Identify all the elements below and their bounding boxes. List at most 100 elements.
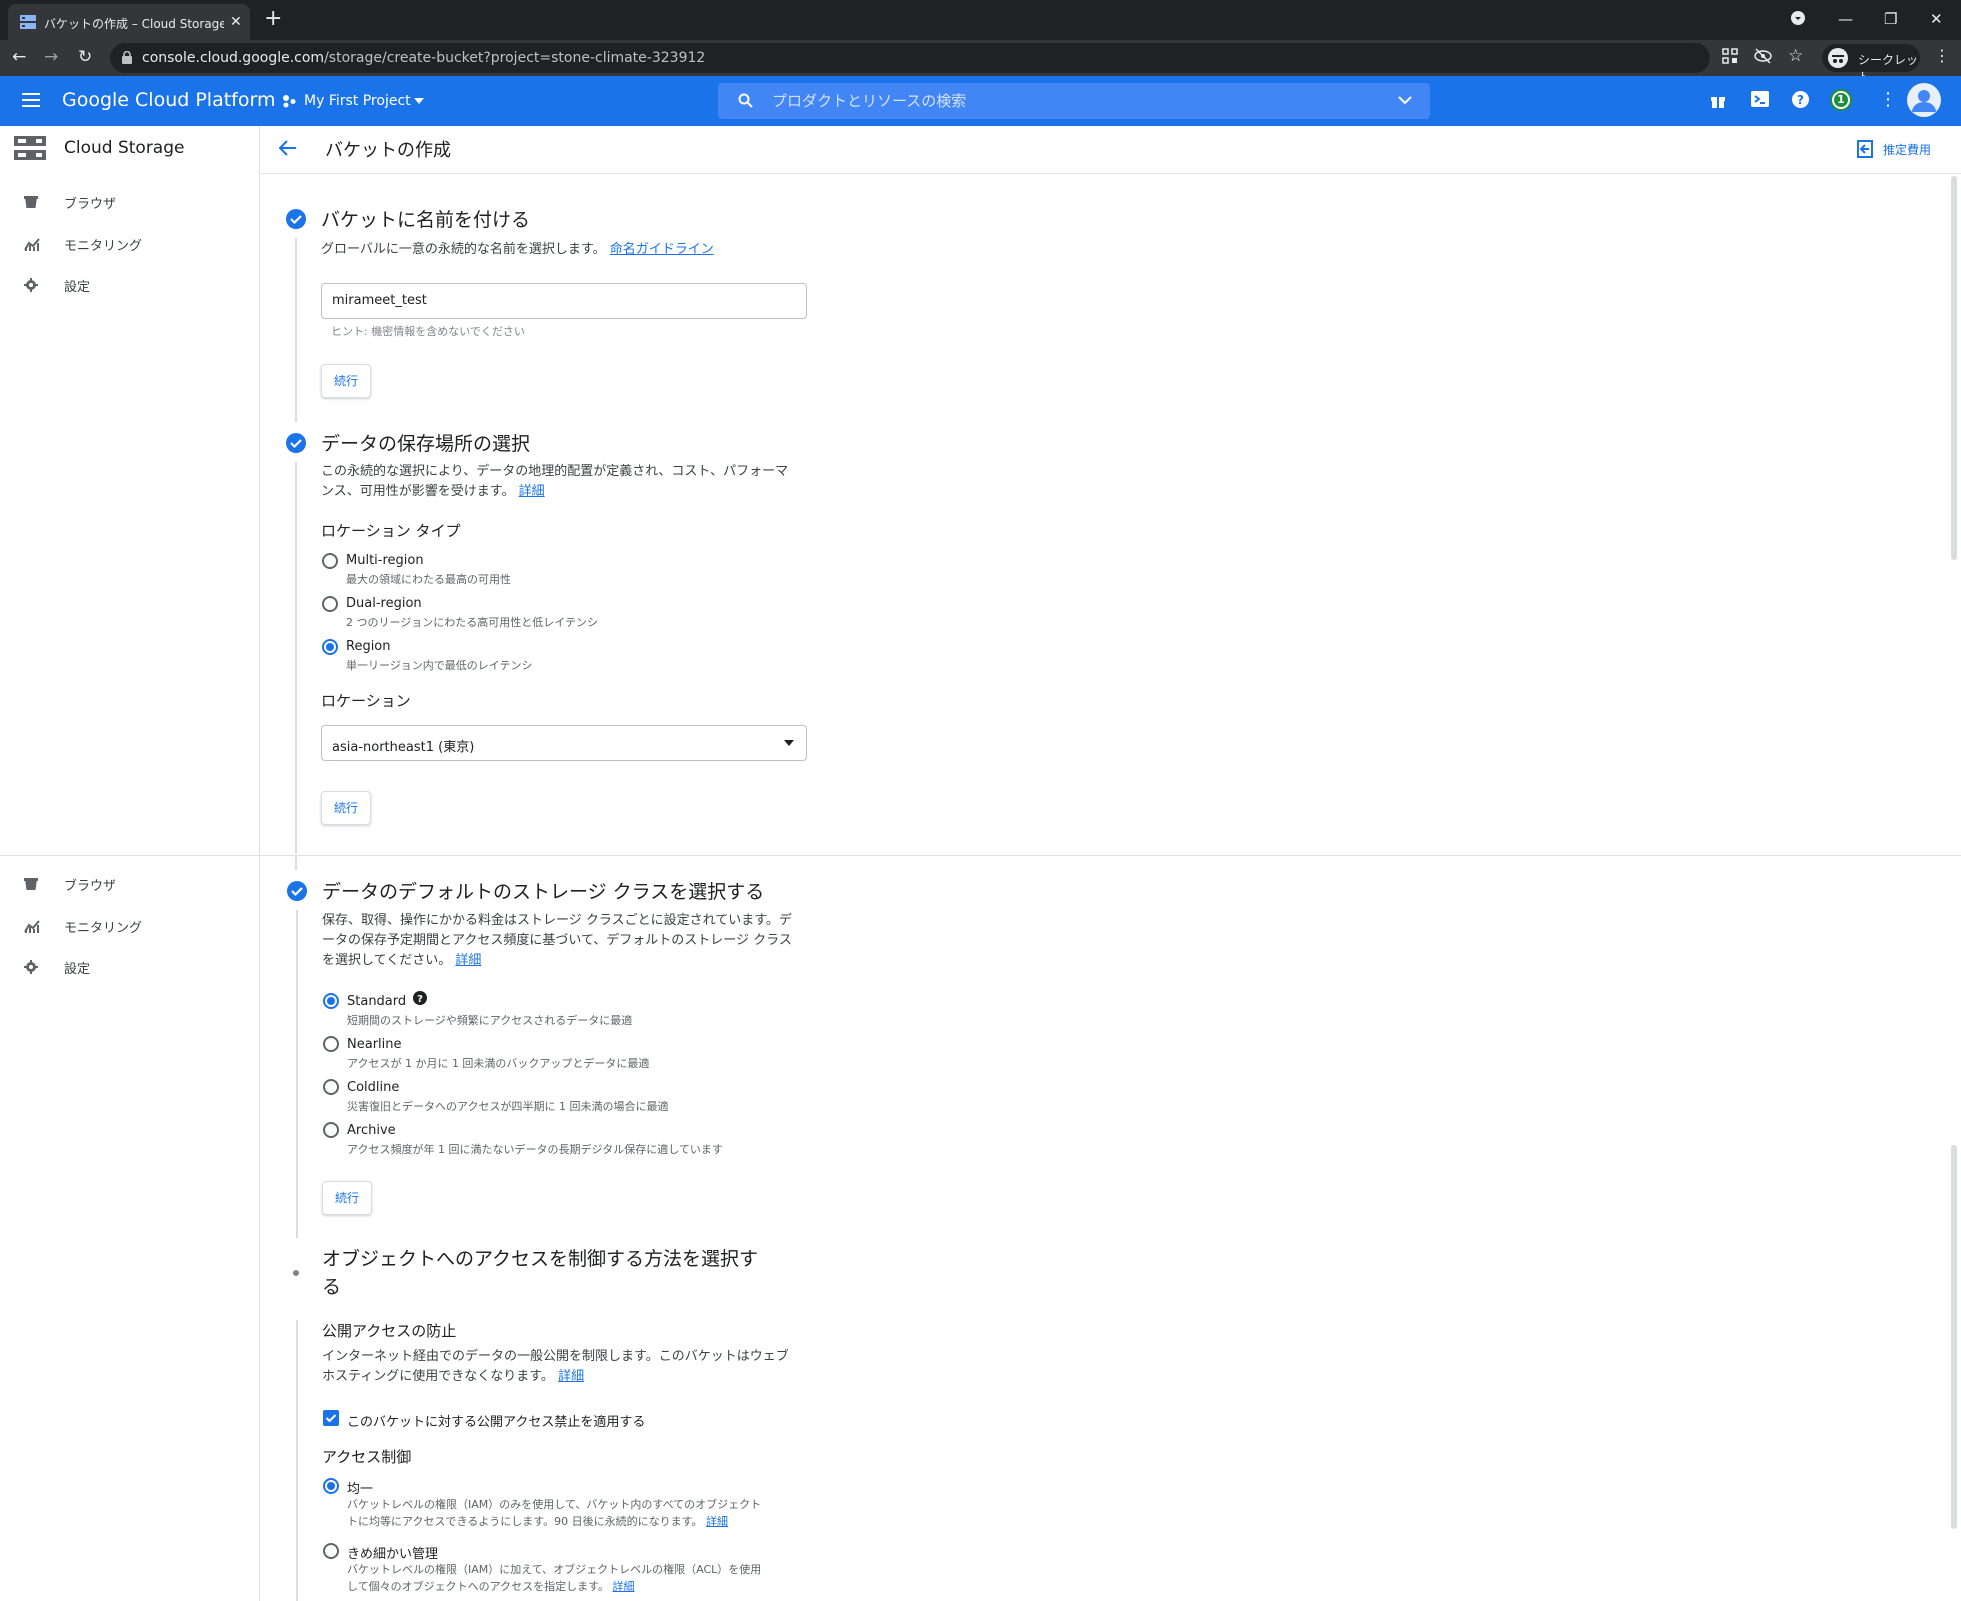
cloud-storage-icon	[14, 136, 46, 160]
bookmark-star-icon[interactable]: ☆	[1788, 46, 1803, 66]
project-dropdown-icon	[414, 98, 424, 104]
tab-search-icon[interactable]	[1790, 10, 1806, 26]
notifications-badge[interactable]: 1	[1830, 89, 1852, 111]
step1-description: グローバルに一意の永続的な名前を選択します。 命名ガイドライン	[321, 242, 714, 257]
gcp-brand[interactable]: Google Cloud Platform	[62, 89, 275, 111]
naming-guidelines-link[interactable]: 命名ガイドライン	[610, 242, 714, 257]
standard-radio[interactable]	[323, 993, 339, 1009]
dual-region-sub: 2 つのリージョンにわたる高可用性と低レイテンシ	[346, 616, 599, 629]
bucket-icon	[24, 877, 38, 891]
location-select[interactable]: asia-northeast1 (東京)	[321, 725, 807, 761]
sidebar-item-monitoring[interactable]: モニタリング	[0, 224, 259, 264]
fine-grained-details-link[interactable]: 詳細	[613, 1580, 635, 1593]
back-arrow-icon[interactable]	[279, 140, 297, 156]
storage-class-details-link[interactable]: 詳細	[455, 953, 481, 968]
chart-icon	[24, 919, 40, 933]
reload-icon[interactable]: ↻	[78, 49, 92, 66]
sidebar-item-browser[interactable]: ブラウザ	[0, 182, 259, 222]
incognito-badge[interactable]: シークレット	[1822, 44, 1920, 84]
estimated-cost-label: 推定費用	[1883, 143, 1932, 157]
project-icon	[282, 94, 296, 108]
dropdown-arrow-icon	[784, 740, 794, 746]
region-radio[interactable]	[322, 639, 338, 655]
step4-title: オブジェクトへのアクセスを制御する方法を選択す る	[322, 1248, 759, 1298]
dual-region-radio[interactable]	[322, 596, 338, 612]
location-heading: ロケーション	[321, 692, 411, 710]
step1-continue-button[interactable]: 続行	[321, 364, 371, 398]
new-tab-icon[interactable]: +	[264, 8, 282, 30]
forward-icon[interactable]: →	[44, 49, 58, 66]
step2-description: この永続的な選択により、データの地理的配置が定義され、コスト、パフォーマ ンス、…	[321, 464, 789, 499]
multi-region-label: Multi-region	[346, 553, 424, 568]
region-sub: 単一リージョン内で最低のレイテンシ	[346, 659, 533, 672]
multi-region-sub: 最大の領域にわたる最高の可用性	[346, 573, 511, 586]
uniform-access-radio[interactable]	[323, 1478, 339, 1494]
public-access-heading: 公開アクセスの防止	[322, 1322, 457, 1340]
prevent-public-access-label: このバケットに対する公開アクセス禁止を適用する	[347, 1415, 646, 1430]
minimize-icon[interactable]: —	[1838, 10, 1853, 28]
project-name: My First Project	[304, 93, 411, 109]
estimated-cost-button[interactable]: 推定費用	[1857, 140, 1935, 161]
location-value: asia-northeast1 (東京)	[332, 740, 475, 755]
archive-radio[interactable]	[323, 1122, 339, 1138]
browser-menu-icon[interactable]: ⋮	[1934, 46, 1950, 65]
step3-description: 保存、取得、操作にかかる料金はストレージ クラスごとに設定されています。デ ータ…	[322, 913, 792, 968]
location-type-heading: ロケーション タイプ	[321, 522, 461, 540]
eye-off-icon[interactable]	[1754, 48, 1772, 64]
bucket-name-input[interactable]	[332, 293, 792, 308]
hamburger-menu-icon[interactable]	[22, 93, 40, 107]
coldline-radio[interactable]	[323, 1079, 339, 1095]
sidebar-item-monitoring[interactable]: モニタリング	[0, 906, 259, 946]
page-title: バケットの作成	[325, 140, 451, 161]
fine-grained-access-sub: バケットレベルの権限（IAM）に加えて、オブジェクトレベルの権限（ACL）を使用…	[347, 1563, 762, 1593]
uniform-details-link[interactable]: 詳細	[706, 1515, 728, 1528]
prevent-public-access-checkbox[interactable]	[323, 1410, 339, 1426]
gift-icon[interactable]	[1710, 91, 1726, 109]
product-title: Cloud Storage	[64, 138, 185, 158]
public-access-details-link[interactable]: 詳細	[558, 1369, 584, 1384]
step2-continue-button[interactable]: 続行	[321, 791, 371, 825]
search-input[interactable]	[772, 91, 1332, 111]
cloud-shell-icon[interactable]	[1751, 91, 1769, 107]
search-icon	[738, 93, 753, 108]
help-icon[interactable]: ?	[1792, 91, 1809, 108]
gcp-header: Google Cloud Platform My First Project ?…	[0, 76, 1961, 126]
step3-continue-button[interactable]: 続行	[322, 1181, 372, 1215]
help-icon[interactable]: ?	[413, 991, 427, 1005]
public-access-description: インターネット経由でのデータの一般公開を制限します。このバケットはウェブ ホステ…	[322, 1349, 789, 1384]
sidebar-item-settings[interactable]: 設定	[0, 947, 259, 987]
location-details-link[interactable]: 詳細	[519, 484, 545, 499]
back-icon[interactable]: ←	[12, 49, 26, 66]
browser-toolbar: ← → ↻ console.cloud.google.com/storage/c…	[0, 40, 1961, 84]
sidebar-item-label: 設定	[64, 280, 91, 295]
nearline-radio[interactable]	[323, 1036, 339, 1052]
sidebar-item-browser[interactable]: ブラウザ	[0, 864, 259, 904]
step-connector	[296, 1320, 298, 1601]
tab-title: バケットの作成 – Cloud Storage – My First Proje…	[44, 17, 224, 31]
step-complete-check-icon	[287, 881, 307, 901]
bucket-icon	[24, 195, 38, 209]
browser-tab[interactable]: バケットの作成 – Cloud Storage – My First Proje…	[8, 4, 250, 40]
tab-close-icon[interactable]: ✕	[230, 14, 242, 30]
search-box[interactable]	[718, 83, 1430, 119]
scrollbar-thumb[interactable]	[1951, 1145, 1957, 1529]
scrollbar-thumb[interactable]	[1951, 176, 1957, 560]
qr-code-icon[interactable]	[1722, 48, 1738, 64]
address-bar[interactable]: console.cloud.google.com/storage/create-…	[110, 43, 1710, 73]
sidebar-item-settings[interactable]: 設定	[0, 265, 259, 305]
step-connector	[295, 238, 297, 422]
url-text: console.cloud.google.com/storage/create-…	[142, 50, 706, 66]
step-complete-check-icon	[286, 433, 306, 453]
dual-region-label: Dual-region	[346, 596, 422, 611]
step2-title: データの保存場所の選択	[321, 433, 531, 455]
multi-region-radio[interactable]	[322, 553, 338, 569]
window-close-icon[interactable]: ✕	[1930, 10, 1943, 28]
search-expand-icon[interactable]	[1398, 95, 1412, 105]
avatar[interactable]	[1907, 83, 1941, 117]
fine-grained-access-radio[interactable]	[323, 1543, 339, 1559]
more-options-icon[interactable]: ⋮	[1879, 89, 1897, 110]
uniform-access-label: 均一	[347, 1482, 374, 1497]
bucket-name-field[interactable]	[321, 283, 807, 319]
lock-icon	[122, 51, 132, 64]
restore-icon[interactable]: ❐	[1884, 10, 1897, 28]
